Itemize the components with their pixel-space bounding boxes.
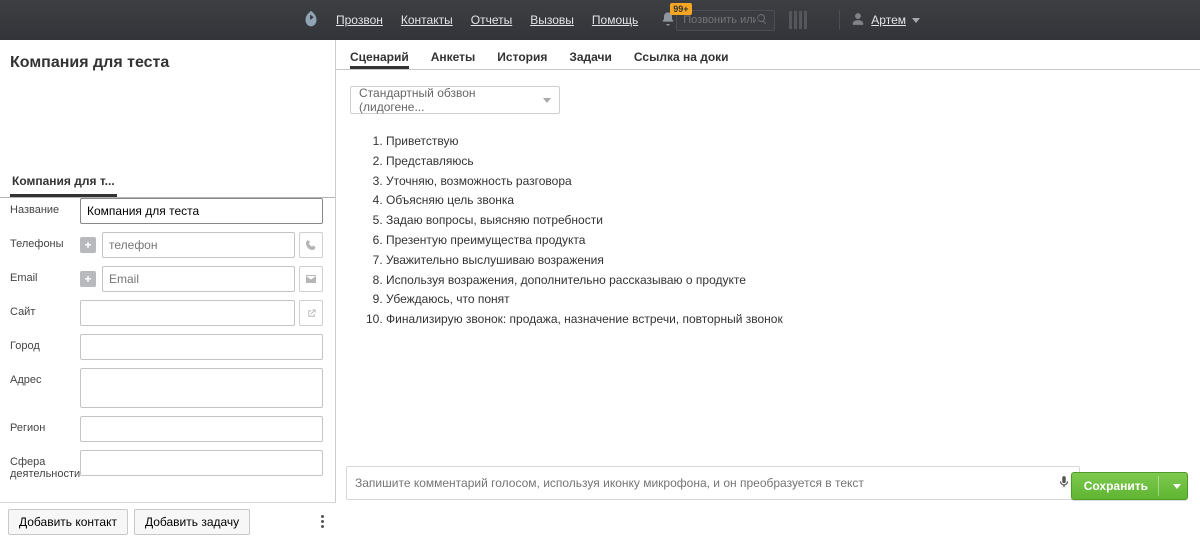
label-site: Сайт xyxy=(10,300,80,318)
app-logo[interactable] xyxy=(300,5,322,35)
top-nav-links: Прозвон Контакты Отчеты Вызовы Помощь xyxy=(336,13,638,27)
tab-surveys[interactable]: Анкеты xyxy=(431,50,476,69)
comment-input[interactable] xyxy=(355,476,1057,490)
microphone-icon[interactable] xyxy=(1057,475,1071,492)
label-phone: Телефоны xyxy=(10,232,80,250)
tab-scenario[interactable]: Сценарий xyxy=(350,50,409,69)
search-input[interactable] xyxy=(683,14,755,26)
label-email: Email xyxy=(10,266,80,284)
label-region: Регион xyxy=(10,416,80,434)
scenario-select[interactable]: Стандартный обзвон (лидогене... xyxy=(350,86,560,114)
top-nav: Прозвон Контакты Отчеты Вызовы Помощь 99… xyxy=(0,0,1200,40)
nav-prozvon[interactable]: Прозвон xyxy=(336,13,383,27)
scenario-step: Финализирую звонок: продажа, назначение … xyxy=(386,310,1200,330)
chevron-down-icon xyxy=(912,18,920,23)
tab-docs-link[interactable]: Ссылка на доки xyxy=(634,50,729,69)
tab-history[interactable]: История xyxy=(497,50,547,69)
scenario-steps: Приветствую Представляюсь Уточняю, возмо… xyxy=(366,132,1200,330)
nav-contacts[interactable]: Контакты xyxy=(401,13,453,27)
nav-help[interactable]: Помощь xyxy=(592,13,638,27)
add-phone-button[interactable]: + xyxy=(80,237,96,253)
input-city[interactable] xyxy=(80,334,323,360)
label-name: Название xyxy=(10,198,80,216)
scenario-step: Используя возражения, дополнительно расс… xyxy=(386,271,1200,291)
scenario-step: Уточняю, возможность разговора xyxy=(386,172,1200,192)
scenario-select-value: Стандартный обзвон (лидогене... xyxy=(359,86,543,114)
scenario-step: Уважительно выслушиваю возражения xyxy=(386,251,1200,271)
user-name: Артем xyxy=(871,13,906,27)
input-phone[interactable] xyxy=(102,232,295,258)
input-sphere[interactable] xyxy=(80,450,323,476)
input-email[interactable] xyxy=(102,266,295,292)
input-site[interactable] xyxy=(80,300,295,326)
add-contact-button[interactable]: Добавить контакт xyxy=(8,509,128,535)
tab-tasks[interactable]: Задачи xyxy=(569,50,612,69)
scenario-step: Объясняю цель звонка xyxy=(386,191,1200,211)
scenario-step: Представляюсь xyxy=(386,152,1200,172)
add-task-button[interactable]: Добавить задачу xyxy=(134,509,250,535)
divider xyxy=(839,10,840,30)
notifications-button[interactable]: 99+ xyxy=(660,11,676,30)
company-form: Название Телефоны + Email + Сайт Город А… xyxy=(0,194,335,502)
input-name[interactable] xyxy=(80,198,323,224)
scenario-step: Убеждаюсь, что понят xyxy=(386,290,1200,310)
left-tab-company[interactable]: Компания для т... xyxy=(10,170,117,197)
right-panel: Сценарий Анкеты История Задачи Ссылка на… xyxy=(336,40,1200,502)
input-address[interactable] xyxy=(80,368,323,408)
signal-bars-icon xyxy=(789,11,807,29)
scenario-step: Задаю вопросы, выясняю потребности xyxy=(386,211,1200,231)
label-sphere: Сфера деятельности xyxy=(10,450,80,480)
more-menu-button[interactable] xyxy=(317,511,328,532)
chevron-down-icon xyxy=(1173,484,1181,489)
comment-input-bar xyxy=(346,466,1080,500)
scenario-step: Приветствую xyxy=(386,132,1200,152)
notifications-badge: 99+ xyxy=(670,3,691,15)
user-menu[interactable]: Артем xyxy=(851,12,920,29)
send-email-button[interactable] xyxy=(299,266,323,292)
chevron-down-icon xyxy=(543,98,551,103)
nav-reports[interactable]: Отчеты xyxy=(471,13,512,27)
input-region[interactable] xyxy=(80,416,323,442)
left-footer: Добавить контакт Добавить задачу xyxy=(0,502,336,540)
search-icon xyxy=(756,13,768,28)
left-panel: Компания для теста Компания для т... Наз… xyxy=(0,40,336,502)
save-button-label: Сохранить xyxy=(1084,479,1148,493)
nav-calls[interactable]: Вызовы xyxy=(530,13,574,27)
user-icon xyxy=(851,12,865,29)
label-city: Город xyxy=(10,334,80,352)
save-button[interactable]: Сохранить xyxy=(1071,472,1188,500)
scenario-step: Презентую преимущества продукта xyxy=(386,231,1200,251)
page-title: Компания для теста xyxy=(0,40,335,72)
call-button[interactable] xyxy=(299,232,323,258)
right-tabs: Сценарий Анкеты История Задачи Ссылка на… xyxy=(336,40,1200,70)
label-address: Адрес xyxy=(10,368,80,386)
add-email-button[interactable]: + xyxy=(80,271,96,287)
open-site-button[interactable] xyxy=(299,300,323,326)
